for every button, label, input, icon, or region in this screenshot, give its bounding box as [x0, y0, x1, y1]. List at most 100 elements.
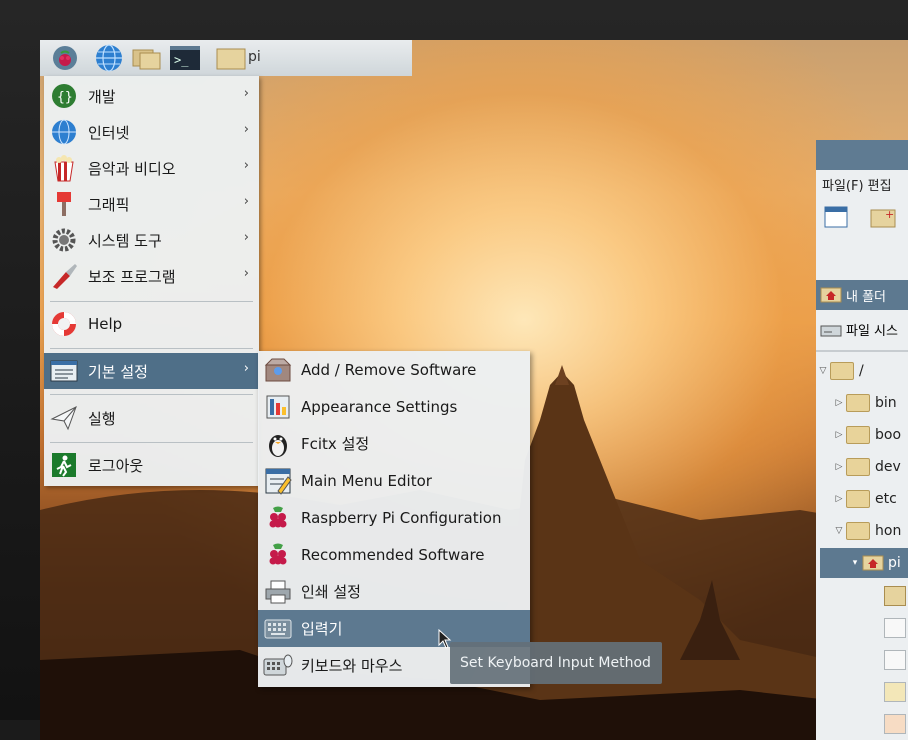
folder-icon	[846, 394, 870, 412]
tree-row-root[interactable]: ▽ /	[816, 356, 864, 386]
printer-icon	[263, 577, 293, 607]
new-folder-icon[interactable]: +	[870, 206, 896, 228]
menu-item-sound-video[interactable]: 음악과 비디오 ›	[44, 150, 259, 186]
menu-item-label: 실행	[88, 409, 116, 428]
pane-divider	[816, 350, 908, 352]
place-home[interactable]: 내 폴더	[816, 280, 908, 310]
penguin-icon	[263, 429, 293, 459]
tooltip: Set Keyboard Input Method	[450, 642, 662, 684]
chevron-right-icon: ›	[243, 122, 249, 137]
drive-icon	[820, 325, 842, 337]
desktop-screen: >_ pi {} 개발 › 인터넷 › 음악과 비디오 › 그래픽 › 시스템 …	[40, 40, 908, 740]
menu-item-label: 기본 설정	[88, 362, 148, 381]
programming-braces-icon: {}	[49, 81, 79, 111]
submenu-item-recommended-software[interactable]: Recommended Software	[258, 536, 530, 573]
package-icon	[263, 355, 293, 385]
menu-item-label: 시스템 도구	[88, 231, 162, 250]
submenu-item-appearance-settings[interactable]: Appearance Settings	[258, 388, 530, 425]
chevron-right-icon: ›	[243, 230, 249, 245]
tree-row-boot[interactable]: ▷ boo	[832, 420, 901, 450]
chevron-right-icon: ›	[243, 158, 249, 173]
svg-text:>_: >_	[174, 53, 189, 67]
menu-item-label: 개발	[88, 87, 116, 106]
submenu-item-label: Main Menu Editor	[301, 471, 432, 490]
menu-item-programming[interactable]: {} 개발 ›	[44, 78, 259, 114]
paper-plane-icon	[49, 403, 79, 433]
download-folder-icon[interactable]	[884, 682, 906, 702]
terminal-icon[interactable]: >_	[170, 44, 200, 72]
file-manager-icon[interactable]	[132, 44, 162, 72]
preferences-submenu: Add / Remove Software Appearance Setting…	[258, 351, 530, 687]
tree-row-pi[interactable]: ▾ pi	[820, 548, 908, 578]
submenu-item-label: Fcitx 설정	[301, 435, 370, 453]
menu-item-system-tools[interactable]: 시스템 도구 ›	[44, 222, 259, 258]
chevron-right-icon: ›	[243, 266, 249, 281]
home-folder-icon	[862, 555, 884, 571]
menu-item-internet[interactable]: 인터넷 ›	[44, 114, 259, 150]
menu-item-label: 보조 프로그램	[88, 267, 176, 286]
submenu-item-fcitx-settings[interactable]: Fcitx 설정	[258, 425, 530, 462]
raspberry-menu-icon[interactable]	[50, 44, 80, 72]
home-icon	[820, 287, 842, 303]
file-manager-titlebar[interactable]	[816, 140, 908, 170]
tree-label: dev	[875, 459, 901, 475]
file-manager-menubar[interactable]: 파일(F) 편집	[816, 170, 908, 198]
menu-item-label: 인터넷	[88, 123, 130, 142]
chevron-right-icon: ›	[243, 86, 249, 101]
menu-item-label: 그래픽	[88, 195, 130, 214]
menu-item-label: 음악과 비디오	[88, 159, 176, 178]
chevron-right-icon: ›	[243, 361, 249, 376]
tree-label: etc	[875, 491, 897, 507]
file-manager-toolbar: +	[816, 198, 908, 238]
exit-icon	[49, 450, 79, 480]
submenu-item-add-remove-software[interactable]: Add / Remove Software	[258, 351, 530, 388]
menu-item-preferences[interactable]: 기본 설정 ›	[44, 353, 259, 389]
collapsed-triangle-icon: ▷	[835, 430, 843, 440]
menu-item-label: Help	[88, 315, 123, 333]
taskbar-window-label[interactable]: pi	[248, 49, 261, 65]
keyboard-icon	[263, 614, 293, 644]
expanded-triangle-icon: ▽	[835, 526, 843, 536]
document-file-icon[interactable]	[884, 650, 906, 670]
tree-label: hon	[875, 523, 902, 539]
folder-icon	[830, 362, 854, 380]
menubar-text[interactable]: 파일(F) 편집	[822, 175, 892, 194]
menu-editor-icon	[263, 466, 293, 496]
web-browser-icon[interactable]	[94, 44, 124, 72]
image-file-icon[interactable]	[884, 618, 906, 638]
expanded-triangle-icon: ▾	[852, 558, 858, 568]
menu-item-help[interactable]: Help	[44, 306, 259, 342]
tree-row-bin[interactable]: ▷ bin	[832, 388, 897, 418]
music-folder-icon[interactable]	[884, 714, 906, 734]
svg-text:+: +	[885, 208, 894, 221]
collapsed-triangle-icon: ▷	[835, 494, 843, 504]
folder-icon	[846, 458, 870, 476]
popcorn-icon	[49, 153, 79, 183]
submenu-item-label: 인쇄 설정	[301, 583, 361, 601]
submenu-item-print-settings[interactable]: 인쇄 설정	[258, 573, 530, 610]
collapsed-triangle-icon: ▷	[835, 398, 843, 408]
menu-separator	[50, 394, 253, 395]
submenu-item-main-menu-editor[interactable]: Main Menu Editor	[258, 462, 530, 499]
menu-item-run[interactable]: 실행	[44, 400, 259, 436]
place-filesystem[interactable]: 파일 시스	[816, 314, 908, 344]
tree-row-home[interactable]: ▽ hon	[832, 516, 901, 546]
mouse-cursor-icon	[438, 629, 452, 649]
tree-row-etc[interactable]: ▷ etc	[832, 484, 897, 514]
appearance-icon	[263, 392, 293, 422]
submenu-item-raspberry-pi-configuration[interactable]: Raspberry Pi Configuration	[258, 499, 530, 536]
menu-item-logout[interactable]: 로그아웃	[44, 447, 259, 483]
globe-icon	[49, 117, 79, 147]
menu-item-label: 로그아웃	[88, 456, 144, 475]
file-manager-window: 파일(F) 편집 + 내 폴더 파일 시스 ▽ / ▷ bin ▷ boo ▷ …	[816, 140, 908, 740]
tree-label: bin	[875, 395, 897, 411]
menu-item-accessories[interactable]: 보조 프로그램 ›	[44, 258, 259, 294]
new-window-icon[interactable]	[824, 206, 848, 228]
main-menu: {} 개발 › 인터넷 › 음악과 비디오 › 그래픽 › 시스템 도구 › 보…	[44, 76, 259, 486]
folder-icon[interactable]	[884, 586, 906, 606]
lifebuoy-icon	[49, 309, 79, 339]
window-folder-icon[interactable]	[216, 44, 246, 72]
tree-label: boo	[875, 427, 902, 443]
menu-item-graphics[interactable]: 그래픽 ›	[44, 186, 259, 222]
tree-row-dev[interactable]: ▷ dev	[832, 452, 901, 482]
